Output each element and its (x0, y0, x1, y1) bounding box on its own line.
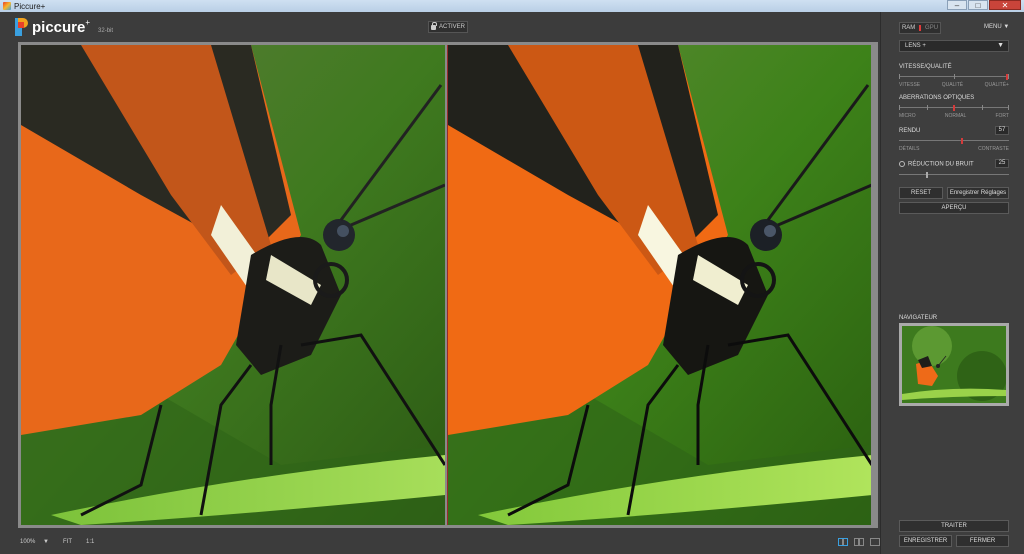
close-button[interactable]: FERMER (956, 535, 1009, 547)
noise-toggle[interactable]: RÉDUCTION DU BRUIT (899, 161, 1009, 168)
single-view-icon[interactable] (870, 538, 880, 546)
speed-quality-title: VITESSE/QUALITÉ (899, 64, 952, 70)
normal-label: NORMAL (944, 113, 967, 119)
lock-icon (430, 21, 437, 30)
rendering-value[interactable]: 57 (995, 126, 1009, 135)
save-settings-button[interactable]: Enregistrer Réglages (947, 187, 1009, 199)
original-image-pane[interactable] (21, 45, 445, 525)
speed-quality-section: VITESSE/QUALITÉ VITESSE QUALITÉ QUALITÉ+ (899, 64, 1009, 88)
navigator-butterfly-image (902, 326, 1006, 403)
save-button[interactable]: ENREGISTRER (899, 535, 952, 547)
aberrations-title: ABERRATIONS OPTIQUES (899, 95, 975, 101)
split-view-icon[interactable] (854, 538, 864, 546)
noise-section: RÉDUCTION DU BRUIT 25 (899, 159, 1009, 179)
slider-thumb[interactable] (953, 105, 955, 111)
top-bar: piccure + 32-bit ACTIVER (0, 12, 880, 42)
zoom-select[interactable]: 100% ▼ (20, 539, 49, 545)
navigator-image (902, 326, 1006, 403)
maximize-button[interactable]: □ (968, 0, 988, 10)
slider-thumb[interactable] (960, 138, 963, 144)
ram-gpu-toggle[interactable]: RAM GPU (899, 22, 941, 34)
rendering-section: RENDU 57 DÉTAILS CONTRASTE (899, 126, 1009, 152)
minimize-button[interactable]: – (947, 0, 967, 10)
navigator-title: NAVIGATEUR (899, 315, 938, 321)
app-logo: piccure + 32-bit (15, 18, 113, 36)
slider-thumb[interactable] (925, 171, 928, 178)
noise-value[interactable]: 25 (995, 159, 1009, 168)
app-icon (3, 2, 11, 10)
aberrations-slider[interactable] (899, 104, 1009, 112)
activate-label: ACTIVER (438, 24, 465, 30)
ram-gpu-indicator (919, 25, 922, 31)
side-by-side-view-icon[interactable] (838, 538, 848, 546)
butterfly-original-image (21, 45, 445, 525)
slider-thumb[interactable] (1005, 74, 1008, 80)
noise-slider[interactable] (899, 171, 1009, 179)
details-label: DÉTAILS (899, 146, 920, 152)
strong-label: FORT (995, 113, 1009, 119)
window-title: Piccure+ (14, 1, 46, 11)
processed-image-pane[interactable] (447, 45, 871, 525)
process-button[interactable]: TRAITER (899, 520, 1009, 532)
bit-label: 32-bit (98, 28, 114, 34)
zoom-controls: 100% ▼ FIT 1:1 (20, 539, 94, 545)
reset-button[interactable]: RESET (899, 187, 943, 199)
bottom-bar: 100% ▼ FIT 1:1 (0, 534, 880, 554)
window-controls: – □ ✕ (946, 0, 1021, 11)
logo-plus: + (85, 18, 91, 27)
noise-radio-icon[interactable] (899, 161, 905, 167)
close-window-button[interactable]: ✕ (989, 0, 1021, 10)
preview-button[interactable]: APERÇU (899, 202, 1009, 214)
image-viewer[interactable] (18, 42, 878, 528)
lens-select[interactable]: LENS + ▼ (899, 40, 1009, 52)
zoom-value: 100% (20, 539, 36, 545)
settings-panel: RAM GPU MENU ▼ LENS + ▼ VITESSE/QUALITÉ … (880, 12, 1024, 554)
view-mode-buttons (838, 538, 880, 546)
butterfly-processed-image (448, 45, 871, 525)
speed-label: VITESSE (899, 82, 921, 88)
activate-button[interactable]: ACTIVER (428, 21, 468, 33)
micro-label: MICRO (899, 113, 916, 119)
contrast-label: CONTRASTE (978, 146, 1009, 152)
chevron-down-icon: ▼ (43, 539, 49, 545)
chevron-down-icon: ▼ (997, 42, 1004, 49)
lens-value: LENS + (905, 43, 926, 49)
gpu-label: GPU (925, 25, 939, 31)
speed-quality-slider[interactable] (899, 73, 1009, 81)
quality-plus-label: QUALITÉ+ (984, 82, 1009, 88)
rendering-title: RENDU (899, 128, 921, 134)
quality-label: QUALITÉ (941, 82, 964, 88)
aberrations-section: ABERRATIONS OPTIQUES MICRO NORMAL FORT (899, 95, 1009, 119)
rendering-slider[interactable] (899, 137, 1009, 145)
logo-text: piccure (32, 19, 86, 36)
logo-mark-icon (15, 18, 29, 36)
ram-label: RAM (901, 25, 916, 31)
fit-button[interactable]: FIT (63, 539, 72, 545)
window-titlebar: Piccure+ – □ ✕ (0, 0, 1024, 12)
one-to-one-button[interactable]: 1:1 (86, 539, 94, 545)
noise-title: RÉDUCTION DU BRUIT (908, 161, 974, 168)
menu-button[interactable]: MENU ▼ (984, 24, 1009, 30)
navigator-thumbnail[interactable] (899, 323, 1009, 406)
